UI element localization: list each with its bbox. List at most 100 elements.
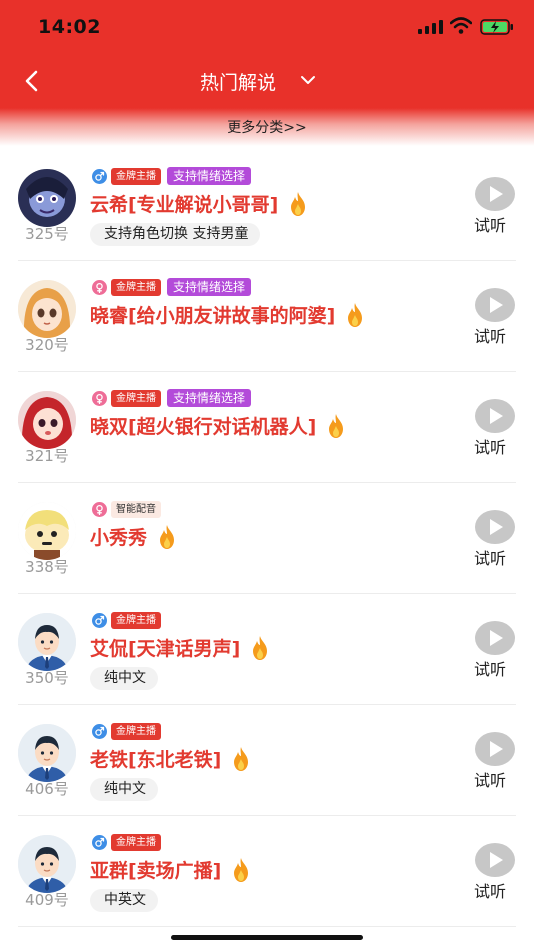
voice-list-item[interactable]: 321号 金牌主播 支持情绪选择 晓双[超火银行对话机器人] 试听 — [0, 372, 534, 483]
voice-name-text: 晓睿[给小朋友讲故事的阿婆] — [90, 305, 336, 327]
anchor-badge: 金牌主播 — [111, 389, 161, 407]
anchor-badge: 金牌主播 — [111, 611, 161, 629]
chevron-down-icon[interactable] — [300, 72, 316, 88]
play-preview-icon[interactable] — [475, 288, 515, 322]
fire-icon — [229, 746, 253, 772]
cartoon-kid-avatar[interactable] — [18, 502, 76, 560]
business-man-avatar[interactable] — [18, 724, 76, 782]
nav-bar: 热门解说 — [0, 56, 534, 106]
female-gender-icon — [92, 390, 107, 406]
voice-number: 325号 — [25, 225, 69, 243]
female-gender-icon — [92, 501, 107, 517]
voice-name[interactable]: 艾侃[天津话男声] — [90, 634, 272, 661]
emotion-support-tag: 支持情绪选择 — [167, 167, 252, 185]
anime-redhead-avatar[interactable] — [18, 391, 76, 449]
status-time: 14:02 — [38, 16, 101, 38]
play-preview-icon[interactable] — [475, 843, 515, 877]
voice-name[interactable]: 晓双[超火银行对话机器人] — [90, 412, 348, 439]
dark-monster-avatar[interactable] — [18, 169, 76, 227]
anchor-badge: 金牌主播 — [111, 833, 161, 851]
divider — [18, 926, 516, 927]
play-preview-icon[interactable] — [475, 399, 515, 433]
anchor-badge: 金牌主播 — [111, 167, 161, 185]
anchor-badge: 智能配音 — [111, 500, 161, 518]
voice-name[interactable]: 亚群[卖场广播] — [90, 856, 253, 883]
fire-icon — [155, 524, 179, 550]
feature-tag: 中英文 — [90, 889, 158, 912]
voice-number: 338号 — [25, 558, 69, 576]
play-preview-icon[interactable] — [475, 732, 515, 766]
voice-name[interactable]: 云希[专业解说小哥哥] — [90, 190, 310, 217]
voice-list: 325号 金牌主播 支持情绪选择 云希[专业解说小哥哥] 支持角色切换 支持男童 试听 32… — [0, 150, 534, 927]
voice-name[interactable]: 晓睿[给小朋友讲故事的阿婆] — [90, 301, 367, 328]
voice-name[interactable]: 老铁[东北老铁] — [90, 745, 253, 772]
feature-tag: 纯中文 — [90, 778, 158, 801]
voice-list-item[interactable]: 409号 金牌主播亚群[卖场广播] 中英文 试听 — [0, 816, 534, 927]
listen-button[interactable]: 试听 — [474, 545, 506, 569]
feature-tags: 中英文 — [90, 889, 158, 912]
voice-name-text: 晓双[超火银行对话机器人] — [90, 416, 317, 438]
listen-button[interactable]: 试听 — [474, 434, 506, 458]
home-indicator — [171, 935, 363, 940]
listen-button[interactable]: 试听 — [474, 878, 506, 902]
fire-icon — [229, 857, 253, 883]
badge-row: 金牌主播 支持情绪选择 — [92, 278, 252, 296]
badge-row: 金牌主播 — [92, 611, 167, 629]
business-man-avatar[interactable] — [18, 613, 76, 671]
more-categories-link[interactable]: 更多分类>> — [0, 117, 534, 137]
voice-name-text: 艾侃[天津话男声] — [90, 638, 241, 660]
voice-number: 409号 — [25, 891, 69, 909]
listen-button[interactable]: 试听 — [474, 656, 506, 680]
voice-list-item[interactable]: 325号 金牌主播 支持情绪选择云希[专业解说小哥哥] 支持角色切换 支持男童 试听 — [0, 150, 534, 261]
badge-row: 金牌主播 — [92, 722, 167, 740]
voice-name-text: 小秀秀 — [90, 527, 148, 549]
anchor-badge: 金牌主播 — [111, 278, 161, 296]
cellular-signal-icon — [418, 20, 443, 34]
play-preview-icon[interactable] — [475, 621, 515, 655]
voice-list-item[interactable]: 338号 智能配音小秀秀试听 — [0, 483, 534, 594]
feature-tags: 纯中文 — [90, 667, 158, 690]
female-gender-icon — [92, 279, 107, 295]
listen-button[interactable]: 试听 — [474, 767, 506, 791]
play-preview-icon[interactable] — [475, 177, 515, 211]
fire-icon — [248, 635, 272, 661]
voice-name-text: 亚群[卖场广播] — [90, 860, 222, 882]
fire-icon — [324, 413, 348, 439]
listen-button[interactable]: 试听 — [474, 212, 506, 236]
male-gender-icon — [92, 834, 107, 850]
battery-charging-icon — [480, 19, 513, 35]
badge-row: 金牌主播 — [92, 833, 167, 851]
feature-tags: 支持角色切换 支持男童 — [90, 223, 261, 246]
voice-list-item[interactable]: 320号 金牌主播 支持情绪选择晓睿[给小朋友讲故事的阿婆] 试听 — [0, 261, 534, 372]
status-bar: 14:02 — [0, 0, 534, 54]
voice-name[interactable]: 小秀秀 — [90, 523, 179, 550]
back-chevron-icon[interactable] — [18, 66, 46, 96]
business-man-avatar[interactable] — [18, 835, 76, 893]
badge-row: 金牌主播 支持情绪选择 — [92, 167, 252, 185]
feature-tag: 支持角色切换 支持男童 — [90, 223, 261, 246]
fire-icon — [286, 191, 310, 217]
badge-row: 智能配音 — [92, 500, 161, 518]
badge-row: 金牌主播 支持情绪选择 — [92, 389, 252, 407]
anime-girl-avatar[interactable] — [18, 280, 76, 338]
voice-number: 406号 — [25, 780, 69, 798]
voice-name-text: 老铁[东北老铁] — [90, 749, 222, 771]
page-title[interactable]: 热门解说 — [200, 68, 276, 95]
voice-number: 320号 — [25, 336, 69, 354]
wifi-icon — [450, 17, 472, 34]
emotion-support-tag: 支持情绪选择 — [167, 389, 252, 407]
listen-button[interactable]: 试听 — [474, 323, 506, 347]
play-preview-icon[interactable] — [475, 510, 515, 544]
voice-number: 350号 — [25, 669, 69, 687]
anchor-badge: 金牌主播 — [111, 722, 161, 740]
fire-icon — [343, 302, 367, 328]
header: 14:02 热门解说 更多分类>> — [0, 0, 534, 146]
male-gender-icon — [92, 723, 107, 739]
voice-list-item[interactable]: 350号 金牌主播艾侃[天津话男声] 纯中文 试听 — [0, 594, 534, 705]
male-gender-icon — [92, 168, 107, 184]
feature-tag: 纯中文 — [90, 667, 158, 690]
voice-name-text: 云希[专业解说小哥哥] — [90, 194, 279, 216]
voice-list-item[interactable]: 406号 金牌主播老铁[东北老铁] 纯中文 试听 — [0, 705, 534, 816]
feature-tags: 纯中文 — [90, 778, 158, 801]
emotion-support-tag: 支持情绪选择 — [167, 278, 252, 296]
